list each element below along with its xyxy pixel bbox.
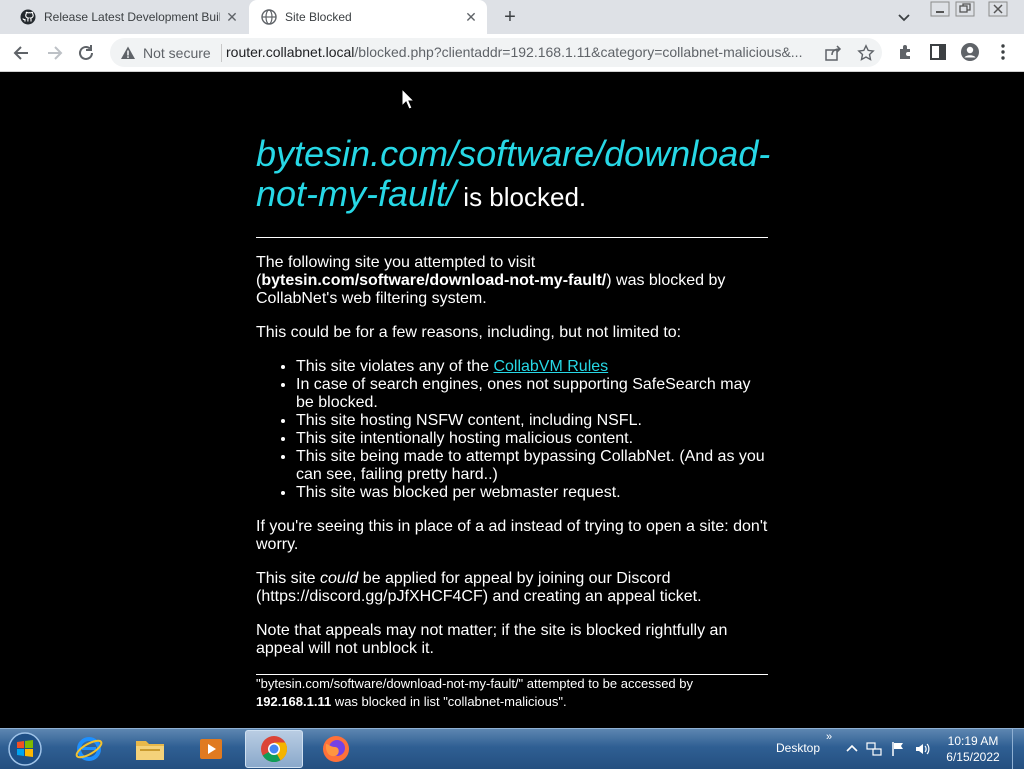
url-path: /blocked.php?clientaddr=192.168.1.11&cat… [354, 44, 803, 60]
tab-release-build[interactable]: Release Latest Development Build ✕ [8, 0, 248, 34]
appeal-paragraph: This site could be applied for appeal by… [256, 570, 768, 606]
toolbar-overflow-chevron[interactable]: » [826, 731, 832, 743]
clock-time: 10:19 AM [947, 734, 999, 748]
restore-icon[interactable] [955, 1, 975, 17]
client-ip: 192.168.1.11 [256, 694, 332, 709]
intro-paragraph: The following site you attempted to visi… [256, 254, 768, 308]
clock-date: 6/15/2022 [946, 750, 1000, 764]
mouse-cursor-icon [401, 88, 415, 110]
browser-toolbar: Not secure router.collabnet.local/blocke… [0, 34, 1024, 72]
tab-search-chevron-icon[interactable] [896, 9, 912, 25]
taskbar-firefox[interactable] [307, 730, 365, 768]
appeal-text-start: This site [256, 570, 321, 587]
tab-title: Site Blocked [285, 10, 352, 24]
footer-text-1: "bytesin.com/software/download-not-my-fa… [256, 676, 693, 691]
taskbar-media-player[interactable] [182, 730, 240, 768]
bookmark-star-icon[interactable] [857, 44, 875, 62]
start-button-icon[interactable] [4, 730, 46, 768]
close-tab-icon[interactable]: ✕ [220, 9, 244, 26]
chrome-icon [261, 736, 288, 763]
action-center-flag-icon[interactable] [890, 741, 906, 757]
page-title: bytesin.com/software/download-not-my-fau… [256, 134, 770, 217]
appeal-emphasis: could [320, 570, 359, 587]
tab-site-blocked[interactable]: Site Blocked ✕ [249, 0, 487, 34]
taskbar-chrome[interactable] [245, 730, 303, 768]
ad-note-paragraph: If you're seeing this in place of a ad i… [256, 518, 768, 553]
list-item: This site being made to attempt bypassin… [296, 448, 768, 484]
new-tab-button[interactable]: + [498, 5, 522, 29]
list-item: This site violates any of the CollabVM R… [296, 358, 768, 376]
tab-title: Release Latest Development Build [44, 10, 220, 24]
security-chip[interactable]: Not secure [116, 40, 222, 65]
kebab-menu-icon[interactable] [993, 42, 1013, 62]
file-explorer-icon [136, 741, 164, 760]
forward-arrow-icon[interactable] [43, 42, 65, 64]
url-host: router.collabnet.local [226, 44, 355, 60]
footer-text-2: was blocked in list "collabnet-malicious… [331, 694, 567, 709]
page-viewport: bytesin.com/software/download-not-my-fau… [0, 72, 1024, 728]
reason-text: This site violates any of the [296, 358, 494, 375]
tab-strip: Release Latest Development Build ✕ Site … [0, 0, 1024, 34]
internet-explorer-icon [75, 737, 103, 761]
heading-suffix: is blocked. [456, 182, 587, 212]
blocked-notice: bytesin.com/software/download-not-my-fau… [256, 134, 770, 711]
divider [256, 237, 768, 238]
profile-avatar-icon[interactable] [960, 42, 980, 62]
share-icon[interactable] [824, 44, 842, 62]
warning-triangle-icon [121, 46, 135, 59]
show-hidden-icons-arrow-icon[interactable] [844, 741, 860, 757]
security-label: Not secure [143, 44, 211, 61]
taskbar-internet-explorer[interactable] [60, 730, 118, 768]
url-text[interactable]: router.collabnet.local/blocked.php?clien… [226, 44, 812, 60]
media-player-icon [200, 739, 222, 759]
blocked-site-bold: bytesin.com/software/download-not-my-fau… [261, 272, 607, 289]
address-bar[interactable]: Not secure router.collabnet.local/blocke… [110, 38, 882, 67]
divider [220, 43, 222, 62]
github-icon [20, 9, 36, 25]
reload-icon[interactable] [75, 42, 97, 64]
back-arrow-icon[interactable] [11, 42, 33, 64]
close-tab-icon[interactable]: ✕ [459, 9, 483, 26]
show-desktop-button[interactable] [1012, 729, 1024, 769]
firefox-icon [323, 736, 349, 762]
minimize-icon[interactable] [930, 1, 950, 17]
extensions-puzzle-icon[interactable] [896, 42, 916, 62]
reasons-list: This site violates any of the CollabVM R… [256, 358, 768, 502]
list-item: This site was blocked per webmaster requ… [296, 484, 768, 502]
list-item: In case of search engines, ones not supp… [296, 376, 768, 412]
desktop-toolbar-label[interactable]: Desktop [776, 741, 820, 755]
collabvm-rules-link[interactable]: CollabVM Rules [493, 358, 608, 375]
window-close-icon[interactable] [988, 1, 1008, 17]
taskbar-file-explorer[interactable] [121, 730, 179, 768]
windows-taskbar: Desktop » 10:19 AM 6/15/2022 [0, 728, 1024, 769]
list-item: This site intentionally hosting maliciou… [296, 430, 768, 448]
footer-note: "bytesin.com/software/download-not-my-fa… [256, 675, 768, 711]
appeal-warning-paragraph: Note that appeals may not matter; if the… [256, 622, 728, 657]
volume-icon[interactable] [914, 741, 930, 757]
reasons-intro: This could be for a few reasons, includi… [256, 324, 682, 341]
network-icon[interactable] [866, 741, 882, 757]
system-clock[interactable]: 10:19 AM 6/15/2022 [940, 733, 1006, 765]
side-panel-icon[interactable] [928, 42, 948, 62]
list-item: This site hosting NSFW content, includin… [296, 412, 768, 430]
globe-icon [261, 9, 277, 25]
